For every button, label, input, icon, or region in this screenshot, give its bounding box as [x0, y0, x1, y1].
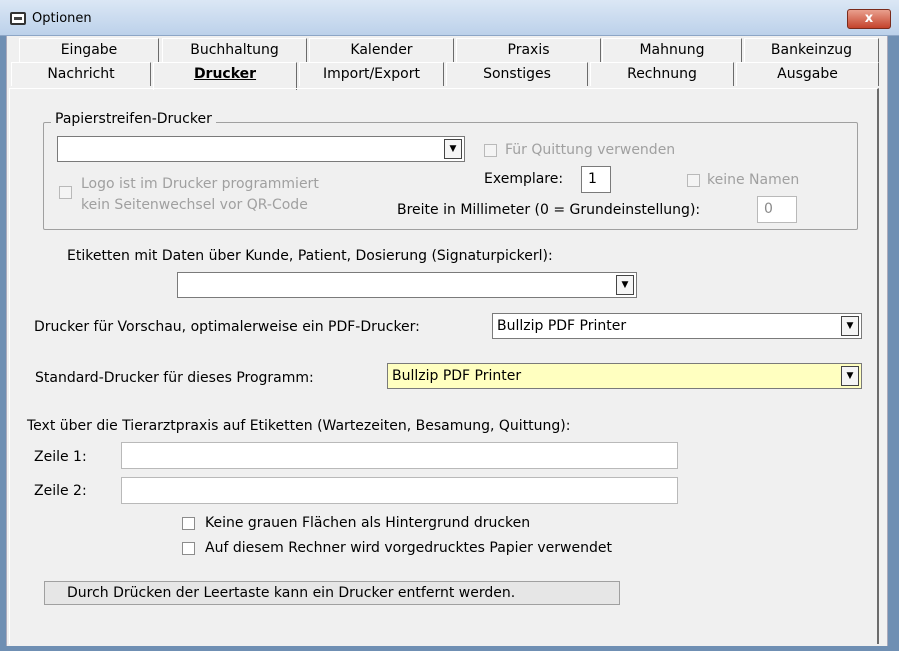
default-printer-label: Standard-Drucker für dieses Programm: [35, 370, 314, 386]
close-button[interactable]: x [847, 9, 891, 29]
no-gray-areas-label: Keine grauen Flächen als Hintergrund dru… [205, 515, 531, 531]
copies-label: Exemplare: [484, 171, 564, 187]
chevron-down-icon[interactable]: ▼ [841, 366, 859, 386]
dialog-client-area: Eingabe Buchhaltung Kalender Praxis Mahn… [6, 36, 888, 646]
preview-printer-label: Drucker für Vorschau, optimalerweise ein… [34, 319, 420, 335]
width-mm-input[interactable]: 0 [757, 196, 797, 223]
practice-text-heading: Text über die Tierarztpraxis auf Etikett… [27, 418, 571, 434]
app-icon [10, 12, 26, 25]
status-hint: Durch Drücken der Leertaste kann ein Dru… [44, 581, 620, 605]
tab-praxis[interactable]: Praxis [456, 38, 601, 62]
tab-sonstiges[interactable]: Sonstiges [446, 62, 588, 86]
no-names-label: keine Namen [707, 172, 800, 188]
logo-programmed-label-line2: kein Seitenwechsel vor QR-Code [81, 197, 308, 213]
width-mm-label: Breite in Millimeter (0 = Grundeinstellu… [397, 202, 701, 218]
default-printer-value: Bullzip PDF Printer [392, 368, 522, 384]
logo-programmed-checkbox[interactable] [59, 186, 72, 199]
title-bar: Optionen x [0, 0, 899, 36]
labels-printer-label: Etiketten mit Daten über Kunde, Patient,… [67, 248, 553, 264]
preprinted-paper-checkbox[interactable] [182, 542, 195, 555]
paper-strip-group-label: Papierstreifen-Drucker [51, 111, 216, 127]
copies-input[interactable]: 1 [581, 166, 611, 193]
line2-input[interactable] [121, 477, 678, 504]
tab-mahnung[interactable]: Mahnung [602, 38, 742, 62]
chevron-down-icon[interactable]: ▼ [616, 275, 634, 295]
logo-programmed-label-line1: Logo ist im Drucker programmiert [81, 176, 319, 192]
chevron-down-icon[interactable]: ▼ [841, 316, 859, 336]
preprinted-paper-label: Auf diesem Rechner wird vorgedrucktes Pa… [205, 540, 612, 556]
tab-ausgabe[interactable]: Ausgabe [736, 62, 879, 86]
no-gray-areas-checkbox[interactable] [182, 517, 195, 530]
preview-printer-select[interactable]: Bullzip PDF Printer ▼ [492, 313, 862, 339]
options-window: Optionen x Eingabe Buchhaltung Kalender … [0, 0, 899, 651]
tab-buchhaltung[interactable]: Buchhaltung [162, 38, 307, 62]
tab-kalender[interactable]: Kalender [309, 38, 454, 62]
line1-input[interactable] [121, 442, 678, 469]
no-names-checkbox[interactable] [687, 174, 700, 187]
tab-nachricht[interactable]: Nachricht [11, 62, 151, 86]
chevron-down-icon[interactable]: ▼ [444, 139, 462, 159]
tab-rechnung[interactable]: Rechnung [590, 62, 734, 86]
paper-strip-printer-select[interactable]: ▼ [57, 136, 465, 162]
tab-import-export[interactable]: Import/Export [299, 62, 444, 86]
window-title: Optionen [32, 11, 92, 26]
tab-drucker[interactable]: Drucker [153, 62, 297, 90]
for-receipt-checkbox[interactable] [484, 144, 497, 157]
line2-label: Zeile 2: [34, 483, 87, 499]
default-printer-select[interactable]: Bullzip PDF Printer ▼ [387, 363, 862, 389]
labels-printer-select[interactable]: ▼ [177, 272, 637, 298]
tab-eingabe[interactable]: Eingabe [19, 38, 159, 62]
preview-printer-value: Bullzip PDF Printer [497, 318, 627, 334]
for-receipt-label: Für Quittung verwenden [505, 142, 676, 158]
line1-label: Zeile 1: [34, 449, 87, 465]
tab-bankeinzug[interactable]: Bankeinzug [744, 38, 879, 62]
